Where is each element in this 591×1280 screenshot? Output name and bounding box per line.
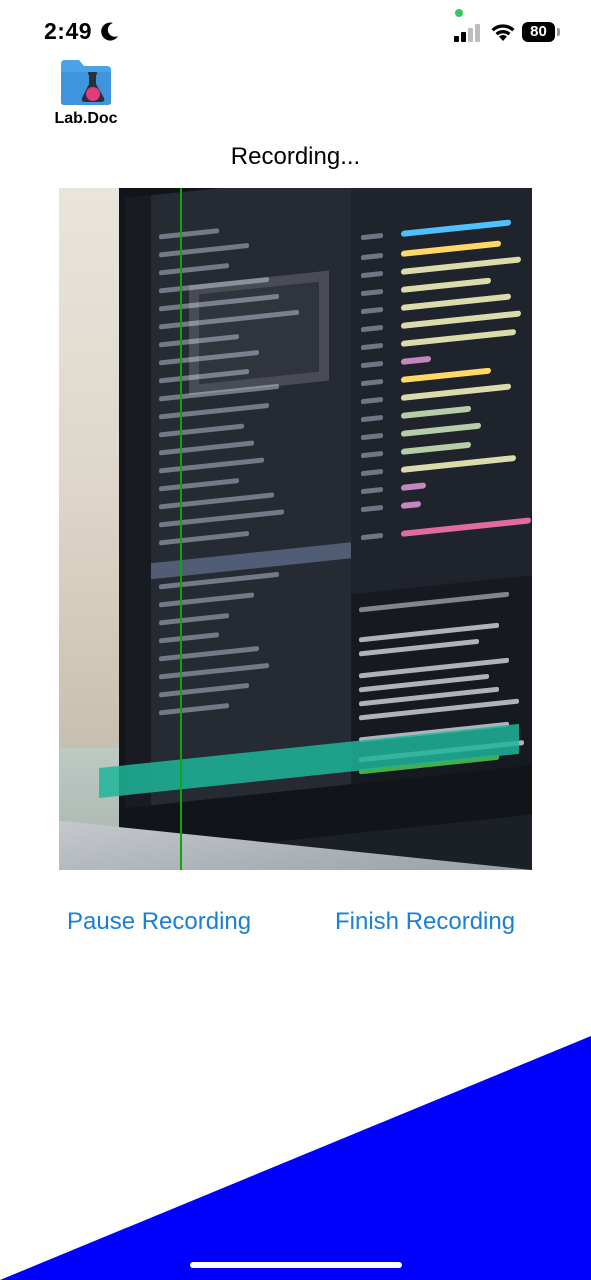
decorative-triangle <box>0 1036 591 1280</box>
pause-recording-button[interactable]: Pause Recording <box>67 908 251 936</box>
home-indicator[interactable] <box>190 1262 402 1268</box>
wifi-icon <box>491 24 515 41</box>
app-name: Lab.Doc <box>54 110 118 127</box>
editor-code-panel <box>351 188 532 595</box>
privacy-indicator-dot <box>455 9 463 17</box>
battery-icon: 80 <box>522 22 560 42</box>
moon-icon <box>101 22 118 41</box>
camera-preview <box>59 188 532 870</box>
recording-title: Recording... <box>230 143 361 170</box>
finish-recording-button[interactable]: Finish Recording <box>335 908 515 936</box>
status-bar: 2:49 80 <box>0 0 591 60</box>
scanner-line <box>180 188 182 870</box>
status-time: 2:49 <box>44 18 93 44</box>
screen-reflection <box>189 270 329 396</box>
folder-flask-icon <box>61 60 111 105</box>
signal-icon <box>454 24 480 42</box>
editor-activity-bar <box>125 195 151 809</box>
battery-level: 80 <box>530 23 547 40</box>
app-logo: Lab.Doc <box>48 58 124 130</box>
